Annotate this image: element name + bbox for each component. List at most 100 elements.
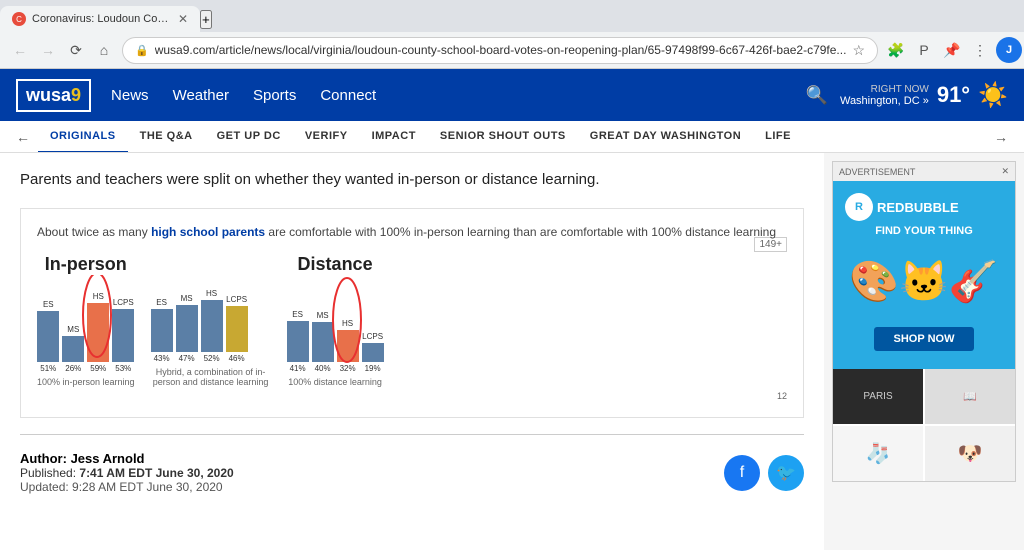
secondary-nav-left-arrow[interactable]: ← xyxy=(8,129,38,145)
toolbar-actions: 🧩 P 📌 ⋮ J xyxy=(884,37,1022,63)
bar-item: MS 26% xyxy=(62,325,84,373)
inperson-caption: 100% in-person learning xyxy=(37,377,135,387)
redbubble-logo-circle: R xyxy=(845,193,873,221)
secondary-nav-item-originals[interactable]: ORIGINALS xyxy=(38,121,128,153)
new-tab-button[interactable]: + xyxy=(200,10,212,29)
chart-footnote: 12 xyxy=(37,391,787,401)
distance-bars: ES 41% MS 40% HS xyxy=(287,283,384,373)
nav-buttons: ← → ⟳ ⌂ xyxy=(8,38,116,62)
weather-widget: RIGHT NOW Washington, DC » 91° ☀️ xyxy=(840,81,1008,110)
charts-area: In-person ES 51% MS xyxy=(37,251,754,387)
nav-item-weather[interactable]: Weather xyxy=(173,87,229,104)
hybrid-caption: Hybrid, a combination of in-person and d… xyxy=(151,367,271,387)
published-date: Published: 7:41 AM EDT June 30, 2020 xyxy=(20,466,234,480)
temperature-display: 91° xyxy=(937,82,970,108)
tab-close-button[interactable]: ✕ xyxy=(178,12,188,26)
main-content: Parents and teachers were split on wheth… xyxy=(0,153,824,550)
content-wrapper: Parents and teachers were split on wheth… xyxy=(0,153,1024,550)
bar-fill xyxy=(112,309,134,362)
bar-item: MS 47% xyxy=(176,294,198,363)
distance-caption: 100% distance learning xyxy=(287,377,384,387)
bar-label: ES xyxy=(156,298,167,307)
updated-label: Updated: xyxy=(20,480,69,494)
ad-label: ADVERTISEMENT xyxy=(839,167,915,177)
site-logo[interactable]: wusa9 xyxy=(16,79,91,112)
lock-icon: 🔒 xyxy=(135,44,149,57)
bar-pct: 59% xyxy=(90,364,106,373)
more-button[interactable]: ⋮ xyxy=(968,38,992,62)
chart-description-prefix: About twice as many xyxy=(37,225,151,239)
twitter-share-button[interactable]: 🐦 xyxy=(768,455,804,491)
extensions-button[interactable]: 🧩 xyxy=(884,38,908,62)
pinterest-button[interactable]: P xyxy=(912,38,936,62)
rb-logo-text: R xyxy=(855,201,863,213)
url-bar[interactable]: 🔒 wusa9.com/article/news/local/virginia/… xyxy=(122,37,878,64)
ad-close-icon[interactable]: ✕ xyxy=(1001,166,1009,177)
secondary-nav-item-getupdc[interactable]: GET UP DC xyxy=(205,121,293,153)
bar-fill xyxy=(201,300,223,352)
bar-pct: 51% xyxy=(40,364,56,373)
distance-chart-group: Distance ES 41% MS 40% xyxy=(287,254,384,387)
bar-label: LCPS xyxy=(362,332,383,341)
chart-link[interactable]: high school parents xyxy=(151,225,265,239)
bar-fill xyxy=(312,322,334,362)
bar-item-hs-distance: HS 32% xyxy=(337,319,359,373)
back-button[interactable]: ← xyxy=(8,38,32,62)
facebook-share-button[interactable]: f xyxy=(724,455,760,491)
url-text: wusa9.com/article/news/local/virginia/lo… xyxy=(155,43,847,57)
ad-sidebar: ADVERTISEMENT ✕ R REDBUBBLE FIND YOUR TH… xyxy=(824,153,1024,550)
secondary-nav: ← ORIGINALS THE Q&A GET UP DC VERIFY IMP… xyxy=(0,121,1024,153)
social-buttons: f 🐦 xyxy=(724,455,804,491)
bar-fill xyxy=(337,330,359,362)
secondary-nav-right-arrow[interactable]: → xyxy=(986,129,1016,145)
nav-item-connect[interactable]: Connect xyxy=(320,87,376,104)
author-info: Author: Jess Arnold Published: 7:41 AM E… xyxy=(20,451,234,494)
save-button[interactable]: 📌 xyxy=(940,38,964,62)
secondary-nav-item-impact[interactable]: IMPACT xyxy=(360,121,428,153)
distance-chart-title: Distance xyxy=(287,254,384,275)
secondary-nav-item-life[interactable]: LIFE xyxy=(753,121,803,153)
bookmark-star-icon[interactable]: ☆ xyxy=(852,42,865,59)
published-label: Published: xyxy=(20,466,76,480)
nav-item-news[interactable]: News xyxy=(111,87,149,104)
tab-bar: C Coronavirus: Loudoun Coun... ✕ + xyxy=(0,0,1024,32)
nav-item-sports[interactable]: Sports xyxy=(253,87,296,104)
bar-fill xyxy=(62,336,84,362)
bar-pct: 47% xyxy=(179,354,195,363)
profile-button[interactable]: J xyxy=(996,37,1022,63)
redbubble-logo: R REDBUBBLE xyxy=(845,193,1003,221)
rb-product-4: 🐶 xyxy=(925,426,1015,481)
tab-title: Coronavirus: Loudoun Coun... xyxy=(32,13,172,25)
rb-product-1-text: PARIS xyxy=(859,387,896,406)
hybrid-bars: ES 43% MS 47% HS 52% xyxy=(151,273,271,363)
secondary-nav-item-qa[interactable]: THE Q&A xyxy=(128,121,205,153)
bar-label: ES xyxy=(43,300,54,309)
rb-tagline: FIND YOUR THING xyxy=(845,225,1003,237)
bar-pct: 41% xyxy=(290,364,306,373)
home-button[interactable]: ⌂ xyxy=(92,38,116,62)
forward-button[interactable]: → xyxy=(36,38,60,62)
secondary-nav-item-greatday[interactable]: GREAT DAY WASHINGTON xyxy=(578,121,753,153)
author-section: Author: Jess Arnold Published: 7:41 AM E… xyxy=(20,451,804,494)
rb-product-2: 📖 xyxy=(925,369,1015,424)
bar-label: LCPS xyxy=(113,298,134,307)
secondary-nav-item-seniorshoutos[interactable]: SENIOR SHOUT OUTS xyxy=(428,121,578,153)
bar-item-hs: HS 59% xyxy=(87,292,109,373)
refresh-button[interactable]: ⟳ xyxy=(64,38,88,62)
twitter-icon: 🐦 xyxy=(776,463,796,483)
bar-pct: 53% xyxy=(115,364,131,373)
bar-label: ES xyxy=(292,310,303,319)
updated-date: Updated: 9:28 AM EDT June 30, 2020 xyxy=(20,480,234,494)
search-button[interactable]: 🔍 xyxy=(806,85,828,106)
author-label: Author: xyxy=(20,451,67,466)
inperson-chart-group: In-person ES 51% MS xyxy=(37,254,135,387)
ad-header: ADVERTISEMENT ✕ xyxy=(833,162,1015,181)
site-header: wusa9 News Weather Sports Connect 🔍 RIGH… xyxy=(0,69,1024,121)
inperson-bars: ES 51% MS 26% xyxy=(37,283,134,373)
secondary-nav-item-verify[interactable]: VERIFY xyxy=(293,121,360,153)
bar-item: LCPS 53% xyxy=(112,298,134,373)
bar-fill xyxy=(226,306,248,352)
active-tab[interactable]: C Coronavirus: Loudoun Coun... ✕ xyxy=(0,6,200,32)
hybrid-chart-group: ES 43% MS 47% HS 52% xyxy=(151,251,271,387)
rb-shop-button[interactable]: SHOP NOW xyxy=(874,327,975,351)
